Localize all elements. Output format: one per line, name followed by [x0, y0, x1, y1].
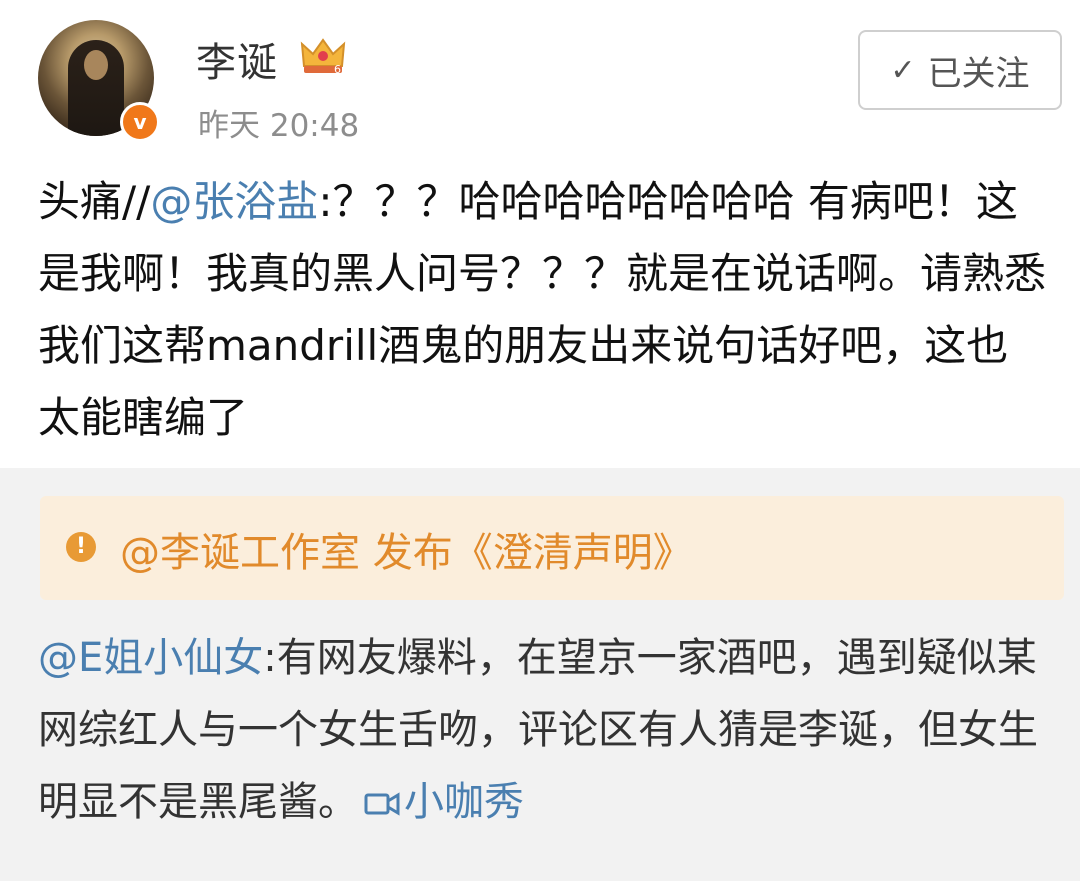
repost-mention-link[interactable]: @E姐小仙女: [38, 635, 263, 681]
post-text: 头痛//@张浴盐:？？？哈哈哈哈哈哈哈哈 有病吧！这是我啊！我真的黑人问号？？？…: [38, 166, 1048, 454]
crown-icon: 6: [300, 38, 346, 76]
video-icon: [364, 792, 400, 816]
post-header: v 李诞 6 昨天 20:48 ✓ 已关注: [0, 0, 1080, 150]
post-time: 昨天 20:48: [198, 108, 360, 144]
avatar-face: [84, 50, 108, 80]
follow-label: 已关注: [927, 53, 1030, 94]
verified-badge: v: [120, 102, 160, 142]
video-label: 小咖秀: [404, 779, 524, 825]
warning-icon: !: [66, 532, 96, 562]
follow-button[interactable]: ✓ 已关注: [858, 30, 1062, 110]
video-link[interactable]: 小咖秀: [358, 779, 524, 825]
username[interactable]: 李诞: [196, 30, 278, 88]
svg-text:6: 6: [334, 63, 341, 76]
check-icon: ✓: [890, 52, 916, 88]
post-prefix: 头痛//: [38, 177, 151, 226]
repost-text: @E姐小仙女:有网友爆料，在望京一家酒吧，遇到疑似某网综红人与一个女生舌吻，评论…: [38, 622, 1048, 838]
clarification-notice[interactable]: ! @李诞工作室 发布《澄清声明》: [40, 496, 1064, 600]
notice-text: @李诞工作室 发布《澄清声明》: [120, 530, 693, 576]
mention-link[interactable]: @张浴盐: [150, 177, 318, 226]
